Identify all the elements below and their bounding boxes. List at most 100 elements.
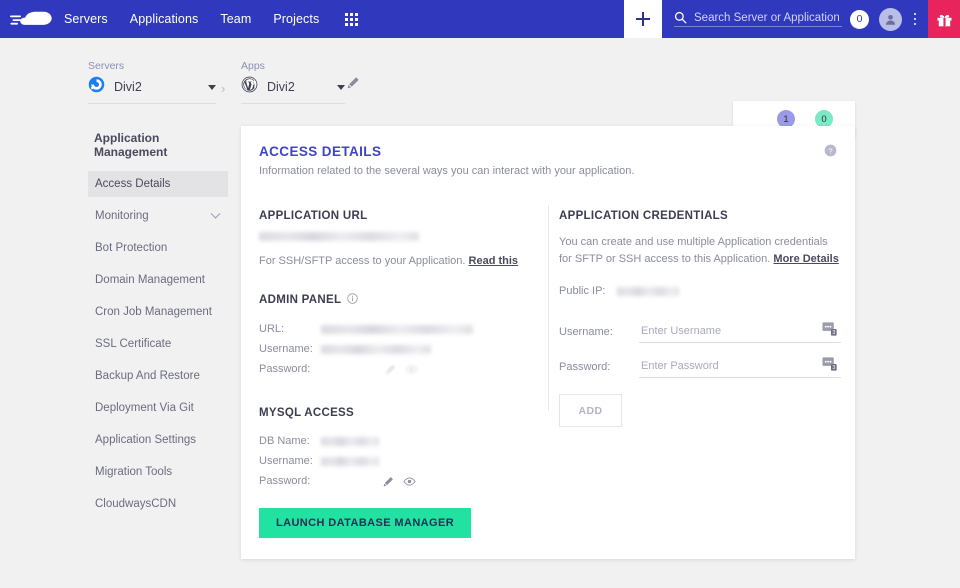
notification-count-badge[interactable]: 0 [850, 9, 869, 29]
info-circle-icon[interactable] [347, 293, 359, 307]
public-ip-value-redacted [617, 286, 679, 296]
sidebar-item-label: Domain Management [95, 274, 205, 286]
admin-panel-username-row: Username: [259, 339, 549, 359]
mysql-db-name-row: DB Name: [259, 431, 549, 451]
nav-link-servers[interactable]: Servers [64, 12, 108, 26]
read-this-link[interactable]: Read this [469, 255, 519, 267]
row-label: Public IP: [559, 285, 606, 297]
app-selector[interactable]: Apps Divi2 [241, 60, 345, 104]
application-url-value-redacted [259, 232, 419, 241]
credential-username-input[interactable] [639, 321, 841, 343]
admin-panel-section: ADMIN PANEL URL: Username: Password: [259, 293, 549, 379]
cloudways-logo-icon[interactable] [0, 8, 58, 30]
mysql-access-section: MYSQL ACCESS DB Name: Username: Password… [259, 407, 549, 538]
top-navigation-bar: Servers Applications Team Projects Searc… [0, 0, 960, 38]
sidebar-item-label: Cron Job Management [95, 306, 212, 318]
pencil-icon[interactable] [347, 76, 360, 94]
row-label: DB Name: [259, 435, 310, 447]
sidebar-item-cron-job-management[interactable]: Cron Job Management [88, 299, 228, 325]
nav-link-applications[interactable]: Applications [130, 12, 199, 26]
eye-icon[interactable] [405, 363, 418, 376]
sidebar-item-deployment-via-git[interactable]: Deployment Via Git [88, 395, 228, 421]
svg-text:?: ? [828, 146, 832, 155]
search-input[interactable] [694, 11, 839, 24]
row-label: Password: [259, 363, 311, 375]
svg-text:3: 3 [832, 365, 835, 371]
row-label: Password: [259, 475, 311, 487]
admin-panel-username-value-redacted [321, 344, 431, 354]
admin-panel-password-row: Password: [259, 359, 549, 379]
access-details-card: ACCESS DETAILS Information related to th… [241, 126, 855, 559]
server-selector[interactable]: Servers Divi2 [88, 60, 216, 104]
sidebar-item-label: Migration Tools [95, 466, 173, 478]
add-credential-button[interactable]: ADD [559, 394, 622, 427]
primary-nav-links: Servers Applications Team Projects [64, 12, 319, 26]
sidebar-item-application-settings[interactable]: Application Settings [88, 427, 228, 453]
app-selector-label: Apps [241, 60, 265, 72]
sidebar-item-label: SSL Certificate [95, 338, 172, 350]
mysql-db-name-value-redacted [321, 436, 379, 446]
apps-grid-icon[interactable] [345, 12, 359, 26]
mysql-access-heading: MYSQL ACCESS [259, 407, 354, 419]
nav-link-projects[interactable]: Projects [273, 12, 319, 26]
pencil-icon[interactable] [385, 364, 396, 375]
sidebar-item-ssl-certificate[interactable]: SSL Certificate [88, 331, 228, 357]
more-details-link[interactable]: More Details [773, 253, 838, 265]
keyboard-generate-icon[interactable]: 3 [822, 321, 839, 343]
row-label: URL: [259, 323, 285, 335]
application-url-section: APPLICATION URL For SSH/SFTP access to y… [259, 210, 549, 267]
gift-icon[interactable] [928, 0, 960, 38]
admin-panel-url-row: URL: [259, 319, 549, 339]
pencil-icon[interactable] [383, 476, 394, 487]
sidebar-item-migration-tools[interactable]: Migration Tools [88, 459, 228, 485]
eye-icon[interactable] [403, 475, 416, 488]
application-credentials-heading: APPLICATION CREDENTIALS [559, 210, 728, 222]
row-label: Username: [259, 343, 313, 355]
page-title: ACCESS DETAILS [259, 144, 382, 159]
keyboard-generate-icon[interactable]: 3 [822, 356, 839, 378]
admin-panel-url-value-redacted [321, 324, 473, 334]
user-avatar-icon[interactable] [879, 7, 902, 31]
breadcrumb-separator: › [221, 81, 226, 96]
more-vertical-icon[interactable] [906, 12, 924, 26]
sidebar-item-access-details[interactable]: Access Details [88, 171, 228, 197]
sidebar-item-label: Access Details [95, 178, 171, 190]
help-circle-icon[interactable]: ? [824, 144, 837, 162]
mysql-username-value-redacted [321, 456, 379, 466]
mysql-username-row: Username: [259, 451, 549, 471]
sidebar-item-label: Application Settings [95, 434, 197, 446]
ssh-sftp-hint: For SSH/SFTP access to your Application.… [259, 255, 549, 267]
sidebar-item-label: Deployment Via Git [95, 402, 194, 414]
plus-icon [636, 12, 650, 26]
sidebar-title: Application Management [94, 131, 168, 159]
credential-password-input[interactable] [639, 356, 841, 378]
sidebar-item-monitoring[interactable]: Monitoring [88, 203, 228, 229]
page-subtitle: Information related to the several ways … [259, 165, 635, 177]
left-column: APPLICATION URL For SSH/SFTP access to y… [259, 210, 549, 538]
chevron-down-icon[interactable] [337, 84, 345, 90]
sidebar-item-label: CloudwaysCDN [95, 498, 177, 510]
sidebar-item-label: Monitoring [95, 210, 149, 222]
sidebar-item-bot-protection[interactable]: Bot Protection [88, 235, 228, 261]
application-url-heading: APPLICATION URL [259, 210, 368, 222]
launch-database-manager-button[interactable]: LAUNCH DATABASE MANAGER [259, 508, 472, 538]
svg-text:3: 3 [832, 330, 835, 336]
sidebar-item-cloudways-cdn[interactable]: CloudwaysCDN [88, 491, 228, 517]
add-new-button[interactable] [624, 0, 662, 38]
sidebar-item-label: Backup And Restore [95, 370, 200, 382]
search-box[interactable] [674, 11, 842, 27]
credential-password-row: Password: 3 [559, 356, 841, 378]
sidebar-item-label: Bot Protection [95, 242, 168, 254]
sidebar-item-backup-and-restore[interactable]: Backup And Restore [88, 363, 228, 389]
app-selector-value: Divi2 [267, 80, 295, 94]
chevron-down-icon[interactable] [210, 208, 221, 219]
chevron-down-icon[interactable] [208, 84, 216, 90]
breadcrumb: Servers Divi2 › Apps Divi2 1 0 [0, 38, 960, 137]
admin-panel-heading: ADMIN PANEL [259, 294, 342, 306]
sidebar: Application Management Access Details Mo… [88, 131, 228, 517]
sidebar-item-domain-management[interactable]: Domain Management [88, 267, 228, 293]
application-root: Servers Applications Team Projects Searc… [0, 0, 960, 588]
row-label: Username: [259, 455, 313, 467]
nav-link-team[interactable]: Team [220, 12, 251, 26]
password-label: Password: [559, 361, 611, 373]
